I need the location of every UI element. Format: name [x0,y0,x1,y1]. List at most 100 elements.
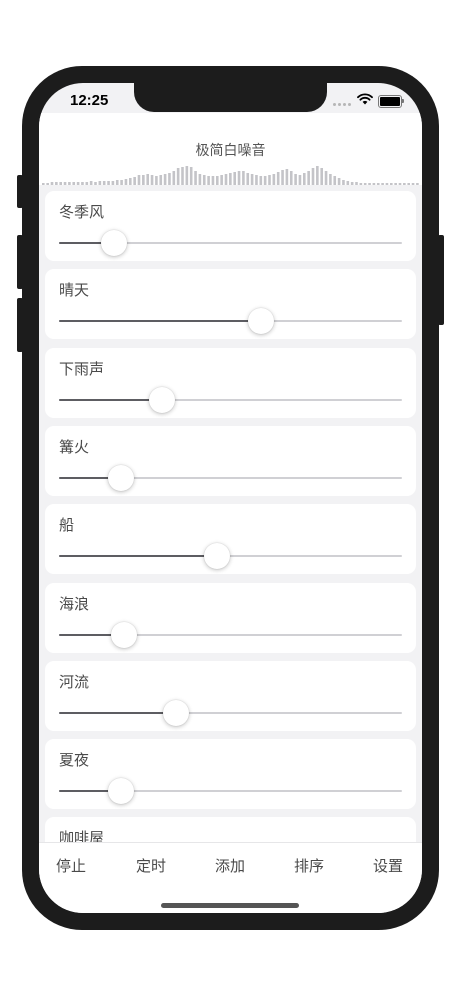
waveform-bar [198,174,202,185]
sound-label: 晴天 [59,281,90,300]
waveform-bar [176,168,180,185]
waveform-bar [307,171,310,185]
cellular-signal-icon [333,103,351,106]
waveform-bar [294,174,297,185]
waveform-bar [337,178,341,185]
stop-button[interactable]: 停止 [41,855,101,876]
sound-label: 冬季风 [59,203,105,221]
waveform-bar [150,175,154,185]
sound-card: 船 [45,504,416,575]
waveform-bar [163,174,167,185]
waveform-bar [155,176,158,185]
waveform-bar [159,175,163,185]
sound-card: 海浪 [45,582,416,653]
waveform-bar [133,177,136,185]
waveform-bar [276,172,280,185]
waveform-bar [250,174,254,185]
slider-thumb[interactable] [148,386,175,413]
waveform-bar [207,176,210,185]
sound-label: 篝火 [59,437,90,456]
waveform-bar [281,170,284,185]
waveform-bar [233,172,236,185]
waveform-bar [142,175,145,185]
waveform-bar [316,166,319,185]
waveform-bar [289,171,293,185]
timer-button[interactable]: 定时 [121,855,181,876]
slider-thumb[interactable] [100,230,127,256]
app-screen: 极简白噪音 12:25 冬季风晴天下雨声篝火船海浪河流夏夜咖啡屋 停止 定时 添… [39,83,422,913]
sound-label: 夏夜 [59,751,90,770]
sound-list[interactable]: 冬季风晴天下雨声篝火船海浪河流夏夜咖啡屋 [39,185,422,842]
waveform-bar [216,176,219,185]
volume-slider[interactable] [59,699,402,727]
sound-card: 咖啡屋 [45,817,416,842]
waveform-bar [229,173,232,185]
waveform-bar [224,174,228,185]
waveform-bar [137,175,141,185]
sound-card: 下雨声 [45,347,416,418]
slider-track-fill [59,398,162,401]
waveform-bar [320,168,323,185]
waveform-bar [298,175,302,185]
battery-icon [378,95,402,108]
waveform-bar [189,167,193,185]
waveform-bar [146,174,149,185]
waveform-bar [285,169,289,185]
waveform-bar [255,175,258,185]
waveform-bar [311,168,315,185]
phone-notch [134,83,327,112]
volume-slider[interactable] [59,542,402,570]
sound-label: 船 [59,516,75,535]
volume-slider[interactable] [59,621,402,649]
status-time: 12:25 [70,92,109,109]
waveform-bar [263,176,267,185]
waveform-bar [329,174,332,185]
home-indicator[interactable] [161,903,299,908]
volume-slider[interactable] [59,229,402,257]
slider-track-fill [59,711,176,714]
waveform-bar [259,176,263,185]
sort-button[interactable]: 排序 [279,855,339,876]
waveform-bar [268,175,271,185]
slider-track-fill [59,320,262,323]
slider-thumb[interactable] [203,543,230,570]
slider-thumb[interactable] [107,464,134,491]
wifi-icon [357,93,373,105]
settings-button[interactable]: 设置 [358,855,418,876]
sound-card: 篝火 [45,425,416,496]
slider-thumb[interactable] [162,699,189,726]
volume-slider[interactable] [59,777,402,805]
phone-frame: 极简白噪音 12:25 冬季风晴天下雨声篝火船海浪河流夏夜咖啡屋 停止 定时 添… [22,66,439,930]
sound-card: 冬季风 [45,191,416,261]
sound-label: 下雨声 [59,359,105,378]
sound-card: 夏夜 [45,739,416,810]
waveform-bar [185,166,189,185]
app-header: 极简白噪音 [39,113,422,185]
waveform-bar [211,176,215,185]
volume-slider[interactable] [59,386,402,414]
waveform-bar [303,173,306,185]
volume-slider[interactable] [59,464,402,492]
sound-label: 海浪 [59,594,90,613]
sound-card: 晴天 [45,269,416,340]
waveform-bar [272,174,276,185]
sound-label: 咖啡屋 [59,829,105,842]
slider-thumb[interactable] [107,778,134,805]
app-title: 极简白噪音 [195,143,266,159]
waveform-bar [237,171,241,185]
sound-card: 河流 [45,660,416,731]
slider-thumb[interactable] [111,621,138,648]
waveform-bar [181,167,184,185]
sound-label: 河流 [59,672,90,691]
waveform-bar [172,171,176,185]
volume-slider[interactable] [59,307,402,335]
waveform-bar [220,175,223,185]
waveform-bar [202,175,206,185]
waveform-bar [246,173,250,185]
waveform-bar [324,171,328,185]
add-button[interactable]: 添加 [200,855,260,876]
waveform-bar [194,171,197,185]
battery-cap [402,99,404,103]
waveform-bar [333,176,337,185]
slider-thumb[interactable] [248,308,275,335]
